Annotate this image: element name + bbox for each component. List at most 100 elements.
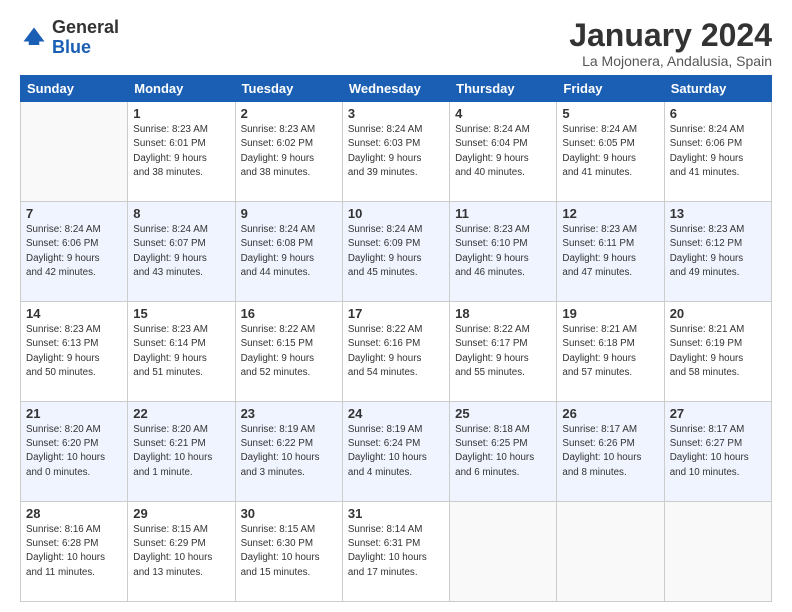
day-cell: 8Sunrise: 8:24 AMSunset: 6:07 PMDaylight…: [128, 202, 235, 302]
day-cell: 17 Sunrise: 8:22 AMSunset: 6:16 PMDayligh…: [342, 302, 449, 402]
day-cell: 19 Sunrise: 8:21 AMSunset: 6:18 PMDayligh…: [557, 302, 664, 402]
day-info: Sunrise: 8:24 AMSunset: 6:07 PMDaylight:…: [133, 223, 229, 280]
day-cell: 15 Sunrise: 8:23 AMSunset: 6:14 PMDayligh…: [128, 302, 235, 402]
day-info: Sunrise: 8:18 AMSunset: 6:25 PMDaylight:…: [455, 423, 551, 480]
logo-text: General Blue: [52, 18, 119, 58]
day-number: 19: [562, 306, 658, 321]
day-cell: 21 Sunrise: 8:20 AMSunset: 6:20 PMDayligh…: [21, 402, 128, 502]
day-cell: 6 Sunrise: 8:24 AMSunset: 6:06 PMDaylight…: [664, 102, 771, 202]
day-cell: 1 Sunrise: 8:23 AMSunset: 6:01 PMDaylight…: [128, 102, 235, 202]
weekday-header-saturday: Saturday: [664, 76, 771, 102]
logo-general-text: General: [52, 17, 119, 37]
calendar: SundayMondayTuesdayWednesdayThursdayFrid…: [20, 75, 772, 602]
day-info: Sunrise: 8:23 AMSunset: 6:01 PMDaylight:…: [133, 123, 229, 180]
day-number: 5: [562, 106, 658, 121]
day-cell: 12Sunrise: 8:23 AMSunset: 6:11 PMDayligh…: [557, 202, 664, 302]
day-info: Sunrise: 8:17 AMSunset: 6:27 PMDaylight:…: [670, 423, 766, 480]
day-cell: 28 Sunrise: 8:16 AMSunset: 6:28 PMDayligh…: [21, 502, 128, 602]
day-cell: 10 Sunrise: 8:24 AMSunset: 6:09 PMDayligh…: [342, 202, 449, 302]
day-cell: 27 Sunrise: 8:17 AMSunset: 6:27 PMDayligh…: [664, 402, 771, 502]
day-cell: [21, 102, 128, 202]
day-cell: 14 Sunrise: 8:23 AMSunset: 6:13 PMDayligh…: [21, 302, 128, 402]
week-row-3: 14 Sunrise: 8:23 AMSunset: 6:13 PMDayligh…: [21, 302, 772, 402]
day-number: 11: [455, 206, 551, 221]
day-info: Sunrise: 8:23 AMSunset: 6:12 PMDaylight:…: [670, 223, 766, 280]
day-number: 15: [133, 306, 229, 321]
month-title: January 2024: [569, 18, 772, 53]
day-cell: 18 Sunrise: 8:22 AMSunset: 6:17 PMDayligh…: [450, 302, 557, 402]
day-info: Sunrise: 8:21 AMSunset: 6:19 PMDaylight:…: [670, 323, 766, 380]
day-info: Sunrise: 8:19 AMSunset: 6:22 PMDaylight:…: [241, 423, 337, 480]
logo-icon: [20, 24, 48, 52]
weekday-header-tuesday: Tuesday: [235, 76, 342, 102]
day-cell: 3Sunrise: 8:24 AMSunset: 6:03 PMDaylight…: [342, 102, 449, 202]
day-info: Sunrise: 8:24 AMSunset: 6:06 PMDaylight:…: [670, 123, 766, 180]
day-info: Sunrise: 8:24 AMSunset: 6:08 PMDaylight:…: [241, 223, 337, 280]
day-info: Sunrise: 8:23 AMSunset: 6:11 PMDaylight:…: [562, 223, 658, 280]
day-info: Sunrise: 8:24 AMSunset: 6:03 PMDaylight:…: [348, 123, 444, 180]
day-number: 24: [348, 406, 444, 421]
day-cell: 2 Sunrise: 8:23 AMSunset: 6:02 PMDaylight…: [235, 102, 342, 202]
day-cell: 13 Sunrise: 8:23 AMSunset: 6:12 PMDayligh…: [664, 202, 771, 302]
weekday-header-friday: Friday: [557, 76, 664, 102]
day-cell: 9 Sunrise: 8:24 AMSunset: 6:08 PMDaylight…: [235, 202, 342, 302]
day-number: 10: [348, 206, 444, 221]
day-info: Sunrise: 8:23 AMSunset: 6:02 PMDaylight:…: [241, 123, 337, 180]
day-info: Sunrise: 8:19 AMSunset: 6:24 PMDaylight:…: [348, 423, 444, 480]
day-number: 2: [241, 106, 337, 121]
week-row-1: 1 Sunrise: 8:23 AMSunset: 6:01 PMDaylight…: [21, 102, 772, 202]
day-number: 17: [348, 306, 444, 321]
weekday-header-wednesday: Wednesday: [342, 76, 449, 102]
day-info: Sunrise: 8:20 AMSunset: 6:21 PMDaylight:…: [133, 423, 229, 480]
day-number: 21: [26, 406, 122, 421]
day-number: 6: [670, 106, 766, 121]
day-info: Sunrise: 8:20 AMSunset: 6:20 PMDaylight:…: [26, 423, 122, 480]
logo-blue-text: Blue: [52, 37, 91, 57]
day-info: Sunrise: 8:24 AMSunset: 6:06 PMDaylight:…: [26, 223, 122, 280]
weekday-header-monday: Monday: [128, 76, 235, 102]
day-cell: [450, 502, 557, 602]
day-number: 18: [455, 306, 551, 321]
day-info: Sunrise: 8:23 AMSunset: 6:13 PMDaylight:…: [26, 323, 122, 380]
day-info: Sunrise: 8:22 AMSunset: 6:16 PMDaylight:…: [348, 323, 444, 380]
day-info: Sunrise: 8:24 AMSunset: 6:09 PMDaylight:…: [348, 223, 444, 280]
day-number: 30: [241, 506, 337, 521]
page: General Blue January 2024 La Mojonera, A…: [0, 0, 792, 612]
day-info: Sunrise: 8:14 AMSunset: 6:31 PMDaylight:…: [348, 523, 444, 580]
day-number: 7: [26, 206, 122, 221]
day-cell: 16Sunrise: 8:22 AMSunset: 6:15 PMDayligh…: [235, 302, 342, 402]
day-info: Sunrise: 8:22 AMSunset: 6:17 PMDaylight:…: [455, 323, 551, 380]
day-info: Sunrise: 8:22 AMSunset: 6:15 PMDaylight:…: [241, 323, 337, 380]
week-row-4: 21 Sunrise: 8:20 AMSunset: 6:20 PMDayligh…: [21, 402, 772, 502]
day-cell: 30 Sunrise: 8:15 AMSunset: 6:30 PMDayligh…: [235, 502, 342, 602]
logo: General Blue: [20, 18, 119, 58]
day-number: 14: [26, 306, 122, 321]
day-number: 25: [455, 406, 551, 421]
day-cell: 11Sunrise: 8:23 AMSunset: 6:10 PMDayligh…: [450, 202, 557, 302]
day-info: Sunrise: 8:15 AMSunset: 6:30 PMDaylight:…: [241, 523, 337, 580]
weekday-header-row: SundayMondayTuesdayWednesdayThursdayFrid…: [21, 76, 772, 102]
day-cell: 22Sunrise: 8:20 AMSunset: 6:21 PMDayligh…: [128, 402, 235, 502]
day-info: Sunrise: 8:21 AMSunset: 6:18 PMDaylight:…: [562, 323, 658, 380]
day-info: Sunrise: 8:23 AMSunset: 6:14 PMDaylight:…: [133, 323, 229, 380]
day-cell: [557, 502, 664, 602]
day-info: Sunrise: 8:15 AMSunset: 6:29 PMDaylight:…: [133, 523, 229, 580]
day-cell: [664, 502, 771, 602]
day-cell: 4Sunrise: 8:24 AMSunset: 6:04 PMDaylight…: [450, 102, 557, 202]
day-number: 1: [133, 106, 229, 121]
day-cell: 29Sunrise: 8:15 AMSunset: 6:29 PMDayligh…: [128, 502, 235, 602]
header: General Blue January 2024 La Mojonera, A…: [20, 18, 772, 69]
day-cell: 31Sunrise: 8:14 AMSunset: 6:31 PMDayligh…: [342, 502, 449, 602]
week-row-5: 28 Sunrise: 8:16 AMSunset: 6:28 PMDayligh…: [21, 502, 772, 602]
day-info: Sunrise: 8:16 AMSunset: 6:28 PMDaylight:…: [26, 523, 122, 580]
day-number: 27: [670, 406, 766, 421]
day-info: Sunrise: 8:24 AMSunset: 6:05 PMDaylight:…: [562, 123, 658, 180]
day-cell: 26Sunrise: 8:17 AMSunset: 6:26 PMDayligh…: [557, 402, 664, 502]
day-number: 28: [26, 506, 122, 521]
day-number: 13: [670, 206, 766, 221]
day-cell: 5 Sunrise: 8:24 AMSunset: 6:05 PMDaylight…: [557, 102, 664, 202]
day-number: 26: [562, 406, 658, 421]
location: La Mojonera, Andalusia, Spain: [569, 53, 772, 69]
day-cell: 25 Sunrise: 8:18 AMSunset: 6:25 PMDayligh…: [450, 402, 557, 502]
day-number: 9: [241, 206, 337, 221]
